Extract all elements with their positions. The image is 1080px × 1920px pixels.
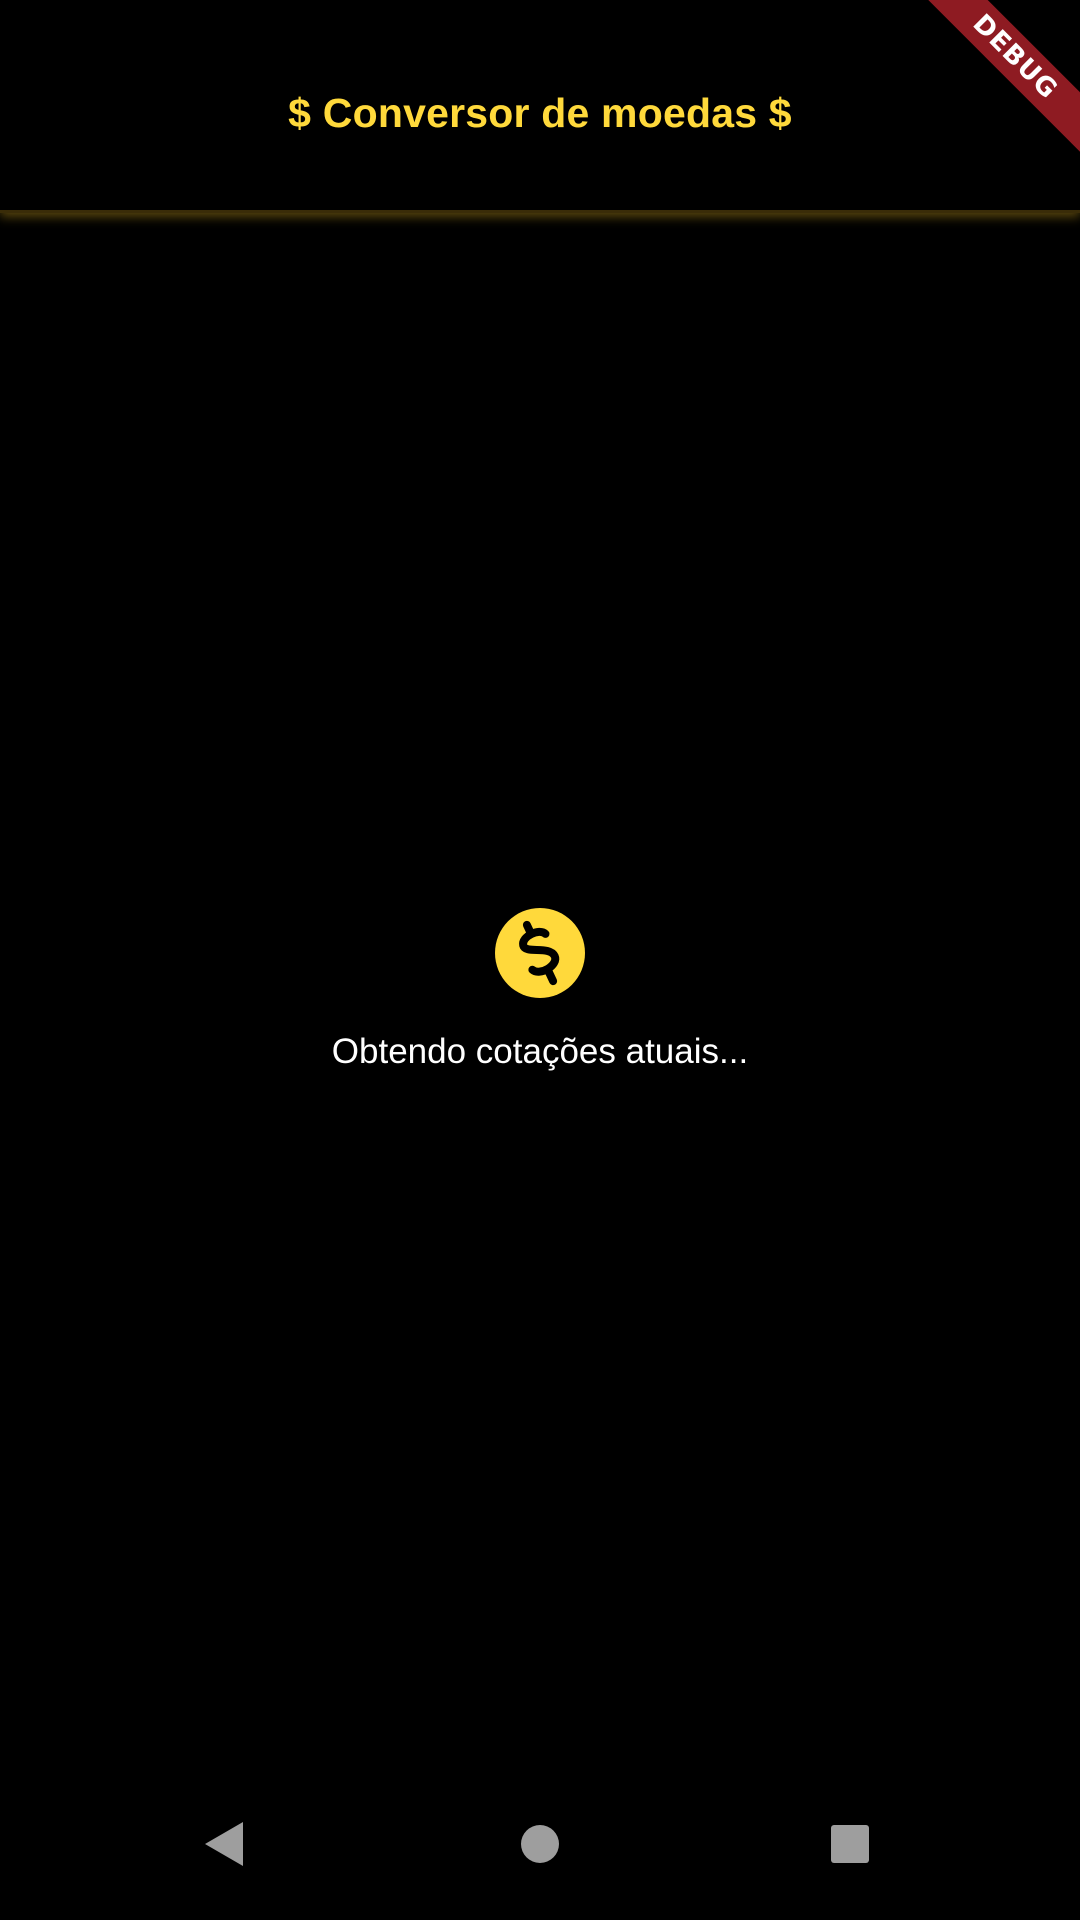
app-bar: $ Conversor de moedas $ bbox=[0, 0, 1080, 213]
app-title: $ Conversor de moedas $ bbox=[288, 89, 792, 136]
loading-indicator: Obtendo cotações atuais... bbox=[0, 908, 1080, 1072]
system-navigation-bar bbox=[0, 1790, 1080, 1920]
loading-message: Obtendo cotações atuais... bbox=[331, 1032, 749, 1071]
nav-home-button[interactable] bbox=[510, 1814, 570, 1874]
recents-square-icon bbox=[831, 1825, 869, 1863]
dollar-coin-icon bbox=[495, 908, 585, 998]
nav-back-button[interactable] bbox=[195, 1814, 255, 1874]
app-screen: $ Conversor de moedas $ DEBUG Obtendo co… bbox=[0, 0, 1080, 1920]
back-triangle-icon bbox=[205, 1822, 243, 1866]
nav-recents-button[interactable] bbox=[820, 1814, 880, 1874]
home-circle-icon bbox=[521, 1825, 559, 1863]
